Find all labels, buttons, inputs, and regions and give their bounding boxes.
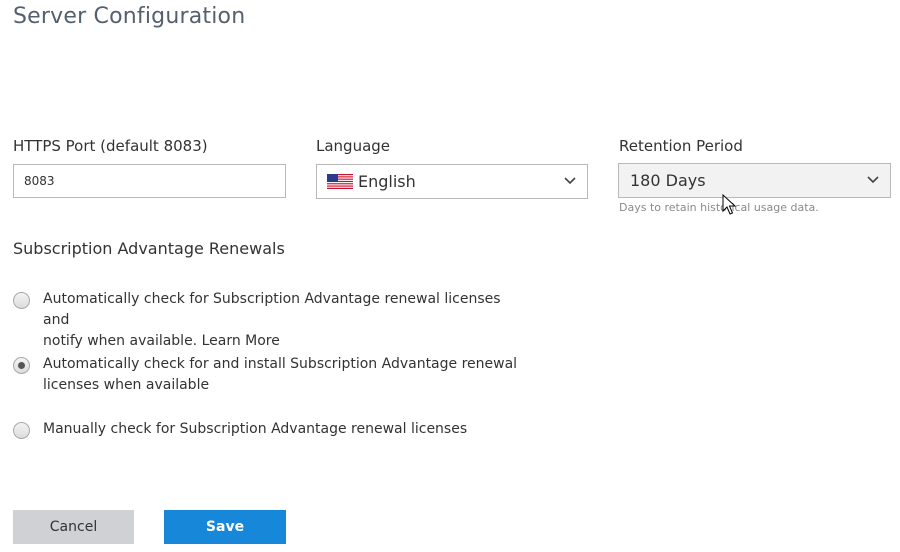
renewal-option-line: Automatically check for and install Subs… <box>43 356 518 372</box>
chevron-down-icon <box>564 177 576 185</box>
renewal-option-label: Automatically check for Subscription Adv… <box>43 289 523 352</box>
radio-button[interactable] <box>13 292 30 309</box>
subscription-renewals-heading: Subscription Advantage Renewals <box>13 239 285 258</box>
https-port-label: HTTPS Port (default 8083) <box>13 137 208 155</box>
language-value: English <box>358 172 416 191</box>
renewal-option-label: Manually check for Subscription Advantag… <box>43 419 523 440</box>
renewal-option-label: Automatically check for and install Subs… <box>43 354 523 396</box>
retention-period-select[interactable]: 180 Days <box>618 163 891 198</box>
cancel-button[interactable]: Cancel <box>13 510 134 544</box>
retention-period-label: Retention Period <box>619 137 743 155</box>
radio-button[interactable] <box>13 422 30 439</box>
retention-period-value: 180 Days <box>630 171 706 190</box>
renewal-option-line: Automatically check for Subscription Adv… <box>43 291 501 328</box>
renewal-option-line: Manually check for Subscription Advantag… <box>43 421 468 437</box>
us-flag-icon <box>327 174 353 189</box>
retention-help-text: Days to retain historical usage data. <box>619 201 819 214</box>
language-label: Language <box>316 137 391 155</box>
https-port-input[interactable] <box>13 164 286 198</box>
page-title: Server Configuration <box>13 4 246 29</box>
renewal-option-line: licenses when available <box>43 377 210 393</box>
save-button[interactable]: Save <box>164 510 286 544</box>
language-select[interactable]: English <box>316 164 588 199</box>
chevron-down-icon <box>867 176 879 184</box>
radio-button-selected[interactable] <box>13 357 30 374</box>
renewal-option-line: notify when available. Learn More <box>43 333 280 349</box>
mouse-cursor-icon <box>722 194 736 215</box>
